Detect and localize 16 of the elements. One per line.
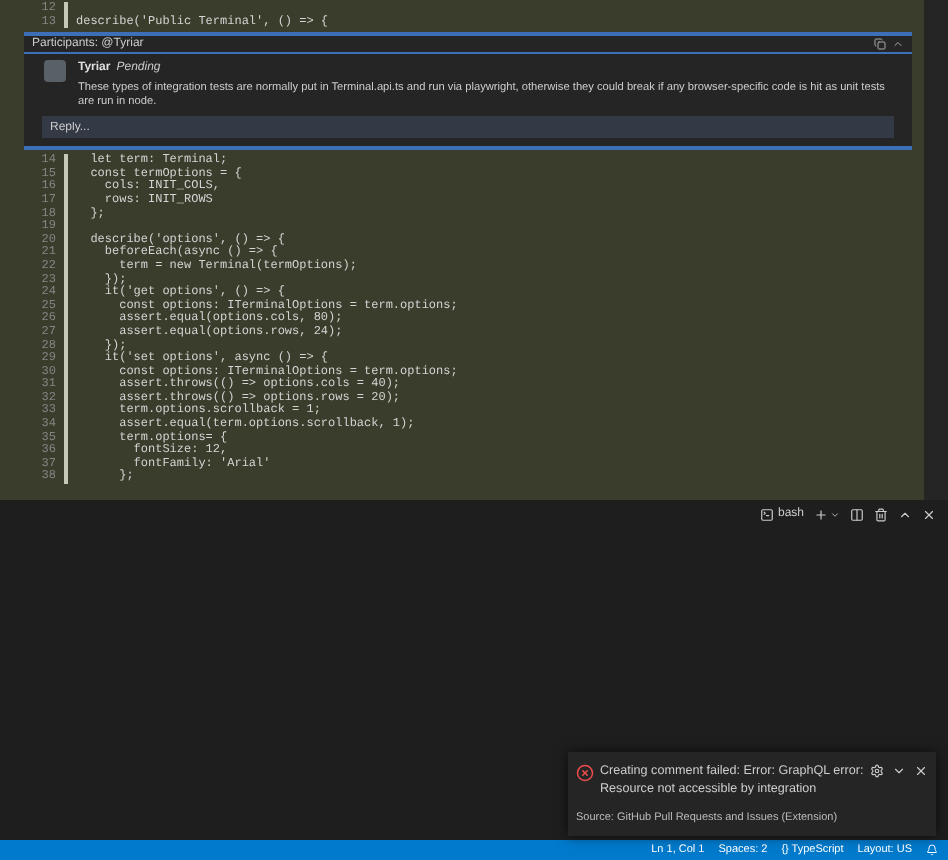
split-icon[interactable] [850, 507, 864, 521]
avatar [44, 60, 66, 83]
copy-icon[interactable] [874, 38, 886, 51]
scrollbar[interactable] [924, 0, 948, 500]
maximize-icon[interactable] [898, 507, 912, 521]
collapse-icon[interactable] [892, 38, 904, 51]
add-icon[interactable] [814, 507, 828, 521]
chevron-icon[interactable] [892, 763, 906, 778]
dropdown-icon[interactable] [830, 509, 840, 519]
bell-icon[interactable] [926, 844, 938, 856]
settings-icon[interactable] [870, 763, 884, 778]
close-icon[interactable] [914, 763, 928, 778]
terminal-icon [759, 507, 774, 521]
close-icon[interactable] [922, 507, 936, 521]
trash-icon[interactable] [874, 507, 888, 521]
error-icon [576, 763, 594, 782]
